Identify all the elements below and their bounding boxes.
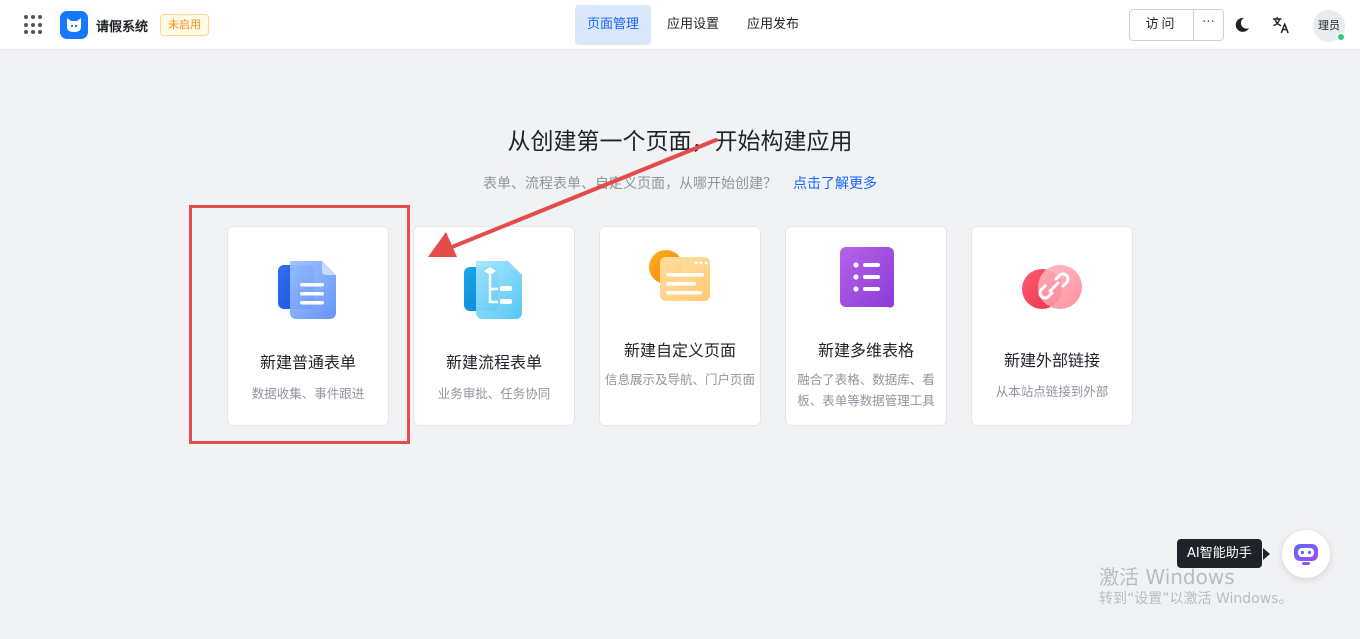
annotation-highlight-box: [189, 205, 410, 444]
status-badge: 未启用: [160, 14, 209, 36]
app-logo-icon: [60, 11, 88, 39]
online-status-dot: [1337, 33, 1345, 41]
card-title: 新建自定义页面: [623, 341, 736, 360]
avatar-text: 理员: [1318, 19, 1340, 32]
tab-page-management[interactable]: 页面管理: [575, 5, 652, 45]
page-subtitle: 表单、流程表单、自定义页面，从哪开始创建？ 点击了解更多: [0, 173, 1360, 193]
card-description: 从本站点链接到外部: [995, 384, 1109, 399]
card-new-flow-form[interactable]: 新建流程表单 业务审批、任务协同: [413, 226, 575, 426]
learn-more-link[interactable]: 点击了解更多: [793, 176, 877, 192]
card-description: 信息展示及导航、门户页面: [604, 372, 755, 387]
translate-icon[interactable]: [1272, 16, 1290, 34]
multi-table-icon: [840, 247, 895, 308]
app-grid-icon[interactable]: [24, 15, 44, 35]
windows-activation-hint: 转到“设置”以激活 Windows。: [1099, 591, 1293, 607]
flow-form-icon: [464, 261, 522, 319]
card-description: 融合了表格、数据库、看板、表单等数据管理工具: [797, 372, 935, 408]
user-avatar[interactable]: 理员: [1313, 10, 1345, 42]
card-title: 新建流程表单: [445, 353, 542, 372]
tab-app-publish[interactable]: 应用发布: [735, 5, 811, 45]
card-title: 新建多维表格: [817, 341, 914, 360]
card-new-custom-page[interactable]: 新建自定义页面 信息展示及导航、门户页面: [599, 226, 761, 426]
ai-tooltip-tail: [1263, 548, 1270, 560]
ai-assistant-button[interactable]: [1282, 530, 1330, 578]
subtitle-text: 表单、流程表单、自定义页面，从哪开始创建？: [483, 176, 777, 192]
app-name: 请假系统: [96, 20, 149, 35]
visit-button-group: 访问 ···: [1129, 9, 1224, 41]
robot-icon: [1294, 544, 1318, 565]
windows-activation-watermark: 激活 Windows: [1099, 565, 1235, 589]
more-options-button[interactable]: ···: [1193, 10, 1223, 40]
card-description: 业务审批、任务协同: [437, 386, 551, 401]
top-nav: 页面管理 应用设置 应用发布: [575, 5, 815, 45]
top-bar: 请假系统 未启用 页面管理 应用设置 应用发布 访问 ··· 理员: [0, 0, 1360, 50]
card-title: 新建外部链接: [1003, 351, 1100, 370]
card-new-multi-table[interactable]: 新建多维表格 融合了表格、数据库、看板、表单等数据管理工具: [785, 226, 947, 426]
tab-app-settings[interactable]: 应用设置: [655, 5, 731, 45]
page-title: 从创建第一个页面，开始构建应用: [507, 129, 853, 155]
visit-button[interactable]: 访问: [1130, 10, 1193, 40]
custom-page-icon: [649, 250, 710, 301]
card-new-external-link[interactable]: 新建外部链接 从本站点链接到外部: [971, 226, 1133, 426]
dark-mode-moon-icon[interactable]: [1233, 16, 1251, 34]
external-link-icon: [1022, 265, 1082, 309]
